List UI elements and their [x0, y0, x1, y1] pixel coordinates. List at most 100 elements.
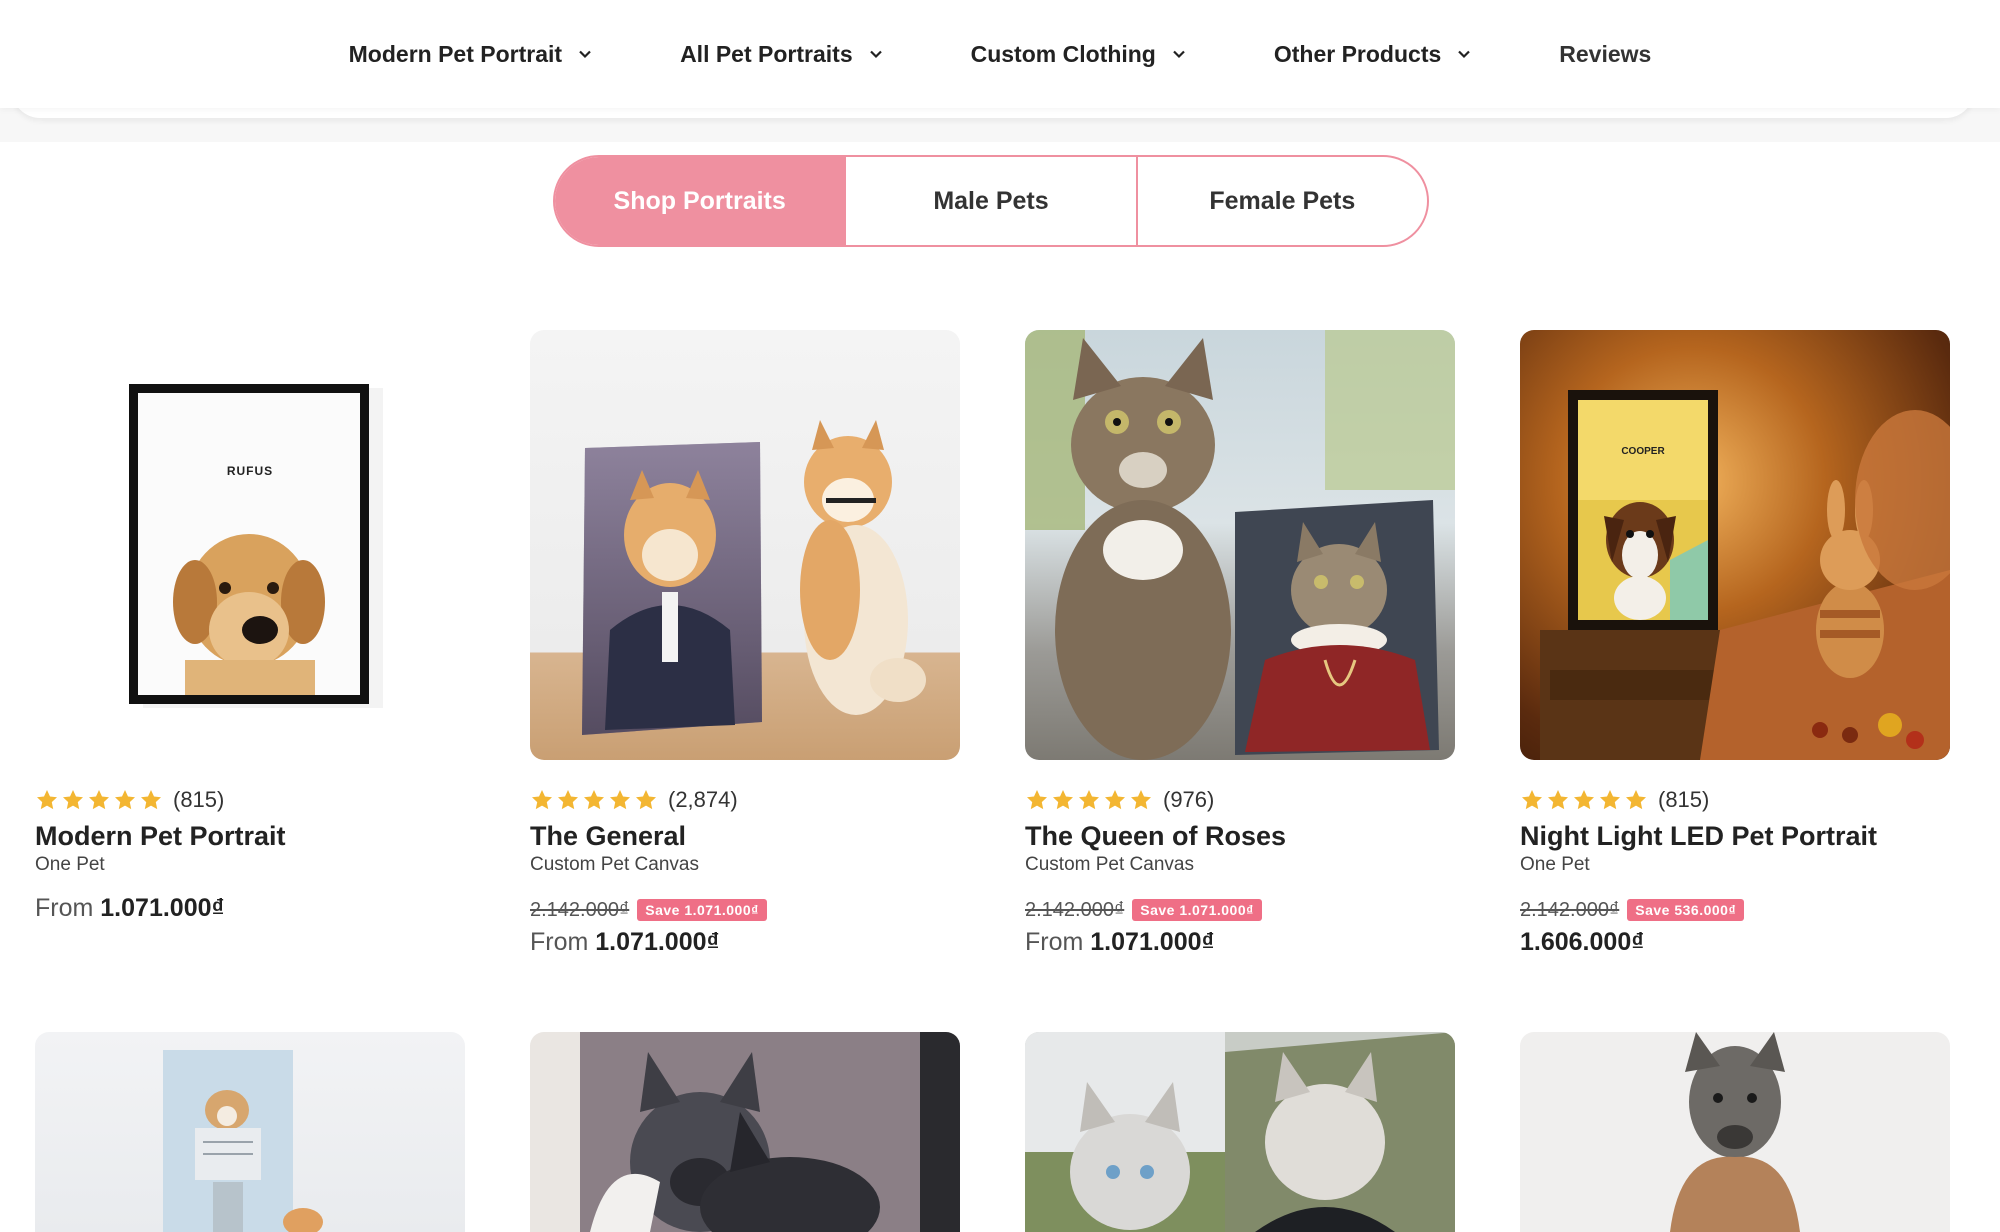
- main-nav: Modern Pet Portrait All Pet Portraits Cu…: [0, 30, 2000, 78]
- greyhound-in-sweater-photo: [1670, 1032, 1800, 1232]
- star-icon: [584, 790, 604, 810]
- star-icon: [115, 790, 135, 810]
- review-count: (976): [1163, 787, 1215, 812]
- chevron-down-icon: [1173, 50, 1185, 59]
- product-image[interactable]: [1025, 1032, 1455, 1232]
- star-icon: [141, 790, 161, 810]
- price-amount: 1.071.000₫: [1090, 928, 1215, 956]
- star-icon: [1548, 790, 1568, 810]
- tab-male-pets[interactable]: Male Pets: [844, 157, 1135, 245]
- review-count: (2,874): [668, 787, 738, 812]
- product-subtitle: One Pet: [35, 854, 105, 875]
- star-icon: [636, 790, 656, 810]
- star-icon: [1522, 790, 1542, 810]
- product-price: From 1.071.000₫: [1025, 928, 1455, 957]
- star-icon: [532, 790, 552, 810]
- collection-tabs: Shop Portraits Male Pets Female Pets: [553, 155, 1429, 247]
- star-rating: [1025, 788, 1155, 812]
- star-icon: [1574, 790, 1594, 810]
- product-price: 1.606.000₫: [1520, 928, 1950, 957]
- price-comparison: 2.142.000₫ Save 536.000₫: [1520, 898, 1950, 922]
- nav-item-label: Other Products: [1273, 40, 1442, 67]
- star-icon: [1027, 790, 1047, 810]
- tabby-queen-canvas-photo: [1025, 330, 1455, 760]
- price-amount: 1.071.000₫: [595, 928, 720, 956]
- framed-dog-portrait-illustration: [129, 384, 383, 708]
- nav-item-custom-clothing[interactable]: Custom Clothing: [971, 41, 1186, 68]
- star-icon: [89, 790, 109, 810]
- review-count: (815): [173, 787, 225, 812]
- product-subtitle: Custom Pet Canvas: [1025, 854, 1194, 875]
- chevron-down-icon: [1458, 50, 1471, 59]
- dog-reading-newspaper-canvas-photo: [163, 1050, 323, 1232]
- nav-item-all-pet-portraits[interactable]: All Pet Portraits: [680, 41, 883, 68]
- star-icon: [1131, 790, 1151, 810]
- product-title[interactable]: Modern Pet Portrait: [35, 820, 465, 852]
- star-icon: [1079, 790, 1099, 810]
- product-rating[interactable]: (815): [35, 786, 465, 814]
- tab-female-pets[interactable]: Female Pets: [1135, 157, 1427, 245]
- star-icon: [1600, 790, 1620, 810]
- product-subtitle: Custom Pet Canvas: [530, 854, 699, 875]
- french-bulldog-canvas-photo: [580, 1032, 960, 1232]
- site-header: Modern Pet Portrait All Pet Portraits Cu…: [0, 0, 2000, 108]
- product-card-modern-pet-portrait[interactable]: RUFUS (815) Modern Pet Portrait One Pet …: [35, 330, 465, 923]
- star-rating: [35, 788, 165, 812]
- product-title[interactable]: The Queen of Roses: [1025, 820, 1455, 852]
- star-icon: [1626, 790, 1646, 810]
- product-image[interactable]: [530, 1032, 960, 1232]
- product-image[interactable]: COOPER: [1520, 330, 1950, 760]
- compare-at-price: 2.142.000₫: [530, 898, 630, 921]
- product-image[interactable]: [1025, 330, 1455, 760]
- review-count: (815): [1658, 787, 1710, 812]
- price-comparison: 2.142.000₫ Save 1.071.000₫: [530, 898, 960, 922]
- star-icon: [1105, 790, 1125, 810]
- product-image[interactable]: [1520, 1032, 1950, 1232]
- star-icon: [558, 790, 578, 810]
- product-image[interactable]: [530, 330, 960, 760]
- product-rating[interactable]: (976): [1025, 786, 1455, 814]
- tab-shop-portraits[interactable]: Shop Portraits: [555, 157, 845, 245]
- price-from-label: From: [530, 928, 589, 956]
- product-title[interactable]: The General: [530, 820, 960, 852]
- nav-item-reviews[interactable]: Reviews: [1559, 41, 1651, 68]
- nav-item-modern-pet-portrait[interactable]: Modern Pet Portrait: [349, 41, 592, 68]
- price-amount: 1.071.000₫: [100, 894, 225, 922]
- price-from-label: From: [1025, 928, 1084, 956]
- star-icon: [63, 790, 83, 810]
- chevron-down-icon: [579, 50, 591, 59]
- nav-item-label: Custom Clothing: [970, 40, 1156, 67]
- price-from-label: From: [35, 894, 94, 922]
- star-rating: [530, 788, 660, 812]
- star-icon: [610, 790, 630, 810]
- product-price: From 1.071.000₫: [35, 894, 465, 923]
- siamese-cat-canvas-photo: [1025, 1032, 1455, 1232]
- product-title[interactable]: Night Light LED Pet Portrait: [1520, 820, 1950, 852]
- product-card-the-general[interactable]: (2,874) The General Custom Pet Canvas 2.…: [530, 330, 960, 957]
- price-comparison: 2.142.000₫ Save 1.071.000₫: [1025, 898, 1455, 922]
- save-badge: Save 536.000₫: [1627, 899, 1745, 921]
- shiba-general-canvas-photo: [582, 420, 926, 735]
- nav-item-label: Reviews: [1559, 40, 1652, 67]
- compare-at-price: 2.142.000₫: [1025, 898, 1125, 921]
- portrait-pet-name: COOPER: [1621, 446, 1665, 457]
- chevron-down-icon: [869, 50, 882, 59]
- product-card-the-queen-of-roses[interactable]: (976) The Queen of Roses Custom Pet Canv…: [1025, 330, 1455, 957]
- product-image[interactable]: [35, 1032, 465, 1232]
- product-image[interactable]: RUFUS: [35, 330, 465, 760]
- price-amount: 1.606.000₫: [1520, 928, 1645, 956]
- portrait-pet-name: RUFUS: [226, 464, 274, 478]
- star-icon: [37, 790, 57, 810]
- product-price: From 1.071.000₫: [530, 928, 960, 957]
- product-card-night-light-led-pet-portrait[interactable]: COOPER (815) Night Light LED Pet Portrai…: [1520, 330, 1950, 957]
- save-badge: Save 1.071.000₫: [1132, 899, 1262, 921]
- product-rating[interactable]: (2,874): [530, 786, 960, 814]
- star-icon: [1053, 790, 1073, 810]
- nav-item-other-products[interactable]: Other Products: [1274, 41, 1471, 68]
- product-subtitle: One Pet: [1520, 854, 1590, 875]
- nav-item-label: All Pet Portraits: [680, 40, 853, 67]
- compare-at-price: 2.142.000₫: [1520, 898, 1620, 921]
- product-rating[interactable]: (815): [1520, 786, 1950, 814]
- star-rating: [1520, 788, 1650, 812]
- nav-item-label: Modern Pet Portrait: [348, 40, 563, 67]
